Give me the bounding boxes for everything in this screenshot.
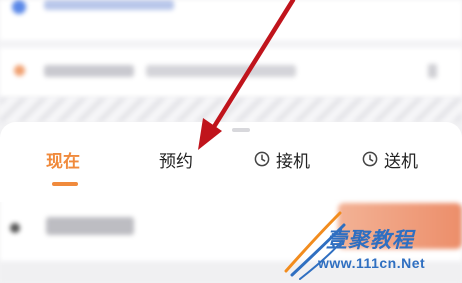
tab-airport-dropoff-label: 送机 [384, 151, 418, 172]
tab-airport-pickup[interactable]: 接机 [254, 143, 310, 175]
location-dot-icon [12, 0, 26, 14]
location-dot-icon [10, 223, 20, 233]
blurred-text [146, 65, 296, 77]
watermark-title: 壹聚教程 [326, 227, 414, 252]
chevron-right-icon [428, 64, 437, 78]
blurred-text [44, 65, 134, 77]
tab-reserve-label: 预约 [159, 151, 193, 172]
blurred-text [44, 0, 174, 10]
tab-airport-pickup-label: 接机 [276, 151, 310, 172]
clock-icon [362, 151, 378, 167]
tab-reserve[interactable]: 预约 [159, 143, 193, 175]
tab-now-label: 现在 [46, 151, 80, 172]
tab-airport-dropoff[interactable]: 送机 [362, 143, 418, 175]
watermark-url: www.111cn.Net [318, 255, 426, 271]
blurred-location-row [0, 0, 462, 40]
active-tab-indicator [52, 182, 78, 186]
blurred-map [0, 98, 462, 122]
blurred-notice-row [0, 48, 462, 96]
notice-icon [14, 65, 25, 76]
blurred-text [46, 217, 134, 235]
tab-now[interactable]: 现在 [46, 143, 80, 175]
clock-icon [254, 151, 270, 167]
panel-drag-handle[interactable] [232, 128, 250, 132]
